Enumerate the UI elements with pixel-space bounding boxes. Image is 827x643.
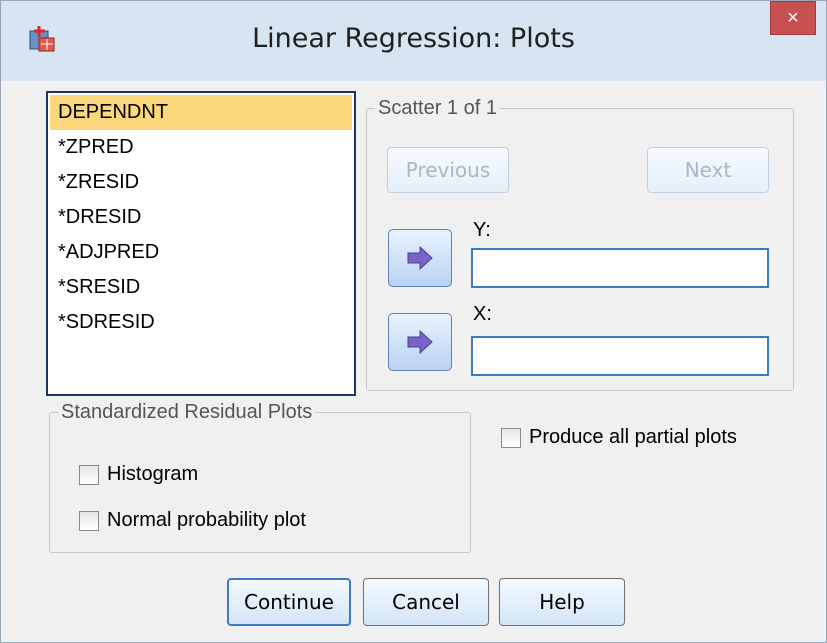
variable-item[interactable]: *ZPRED <box>50 130 352 165</box>
standardized-residual-legend: Standardized Residual Plots <box>61 401 313 423</box>
move-to-y-button[interactable] <box>388 229 452 287</box>
y-axis-field[interactable] <box>471 248 769 288</box>
close-icon: × <box>787 7 799 29</box>
variable-item[interactable]: *SDRESID <box>50 305 352 340</box>
next-button[interactable]: Next <box>647 147 769 193</box>
normal-probability-option[interactable]: Normal probability plot <box>79 509 306 532</box>
help-button[interactable]: Help <box>499 578 625 626</box>
close-button[interactable]: × <box>770 1 816 35</box>
continue-button[interactable]: Continue <box>227 578 351 626</box>
previous-button[interactable]: Previous <box>387 147 509 193</box>
x-field-label: X: <box>473 303 492 325</box>
partial-plots-label: Produce all partial plots <box>529 426 737 448</box>
variable-item[interactable]: DEPENDNT <box>50 95 352 130</box>
histogram-option[interactable]: Histogram <box>79 463 198 486</box>
dialog-body: DEPENDNT *ZPRED *ZRESID *DRESID *ADJPRED… <box>11 81 817 633</box>
variable-item[interactable]: *SRESID <box>50 270 352 305</box>
normal-probability-label: Normal probability plot <box>107 509 306 531</box>
right-arrow-icon <box>407 329 433 355</box>
scatter-group-legend: Scatter 1 of 1 <box>378 97 497 119</box>
histogram-label: Histogram <box>107 463 199 485</box>
variable-item[interactable]: *DRESID <box>50 200 352 235</box>
y-field-label: Y: <box>473 219 491 241</box>
partial-plots-checkbox[interactable] <box>501 427 521 448</box>
variable-list[interactable]: DEPENDNT *ZPRED *ZRESID *DRESID *ADJPRED… <box>46 91 356 396</box>
cancel-button[interactable]: Cancel <box>363 578 489 626</box>
variable-item[interactable]: *ADJPRED <box>50 235 352 270</box>
move-to-x-button[interactable] <box>388 313 452 371</box>
title-bar: Linear Regression: Plots × <box>1 1 826 81</box>
normal-probability-checkbox[interactable] <box>79 510 99 531</box>
variable-item[interactable]: *ZRESID <box>50 165 352 200</box>
dialog-window: Linear Regression: Plots × DEPENDNT *ZPR… <box>0 0 827 643</box>
dialog-title: Linear Regression: Plots <box>252 23 575 54</box>
right-arrow-icon <box>407 245 433 271</box>
histogram-checkbox[interactable] <box>79 464 99 485</box>
x-axis-field[interactable] <box>471 336 769 376</box>
partial-plots-option[interactable]: Produce all partial plots <box>501 426 737 449</box>
